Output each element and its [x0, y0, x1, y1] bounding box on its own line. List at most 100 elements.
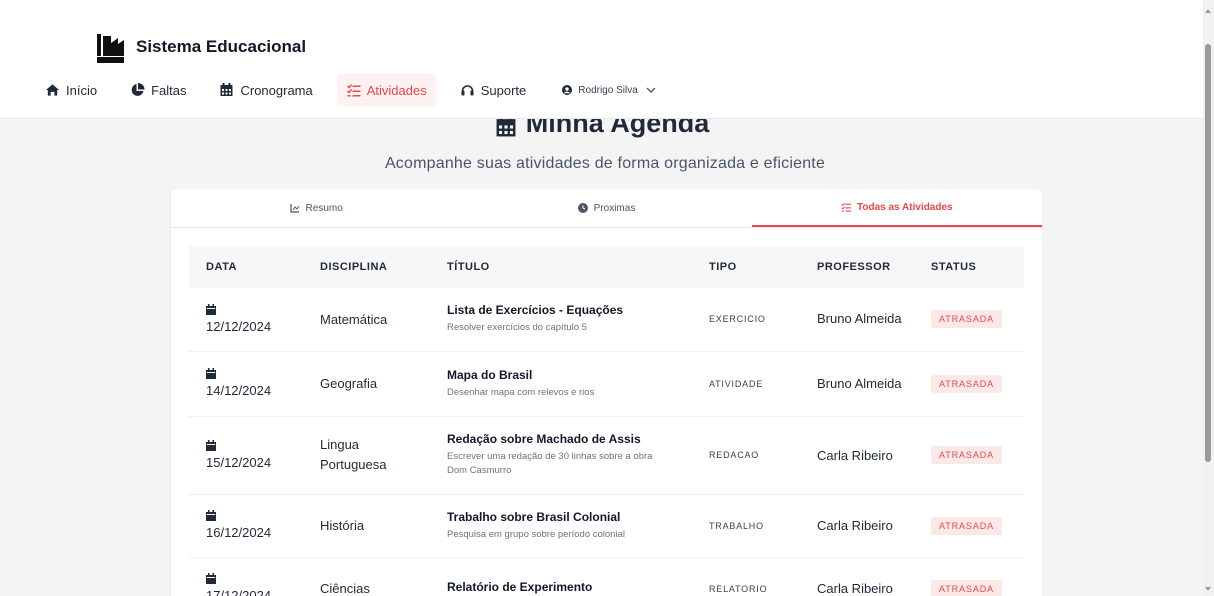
status-cell: ATRASADA [914, 288, 1024, 352]
date-text: 17/12/2024 [206, 588, 272, 596]
nav-item-suporte[interactable]: Suporte [451, 74, 536, 106]
activity-title: Redação sobre Machado de Assis [447, 432, 641, 446]
tab-todas-atividades[interactable]: Todas as Atividades [751, 189, 1042, 227]
brand-logo-icon [94, 30, 126, 64]
tasks-icon [346, 84, 361, 97]
table-row[interactable]: 16/12/2024 História Trabalho sobre Brasi… [189, 494, 1024, 558]
type-cell: EXERCICIO [692, 288, 800, 352]
date-cell: 15/12/2024 [189, 416, 303, 495]
activities-card: Resumo Proximas Todas as Atividades DATA… [171, 189, 1042, 596]
activity-description: Escrever uma redação de 30 linhas sobre … [447, 451, 653, 476]
headset-icon [461, 85, 474, 96]
activity-description: Pesquisa em grupo sobre período colonial [447, 528, 625, 540]
status-badge: ATRASADA [931, 516, 1003, 535]
tab-resumo[interactable]: Resumo [171, 189, 461, 227]
date-text: 15/12/2024 [206, 454, 272, 470]
title-cell: Redação sobre Machado de Assis Escrever … [430, 416, 692, 495]
professor-cell: Carla Ribeiro [800, 557, 914, 596]
activity-title: Relatório de Experimento [447, 579, 593, 594]
date-text: 12/12/2024 [206, 318, 272, 334]
title-cell: Mapa do Brasil Desenhar mapa com relevos… [430, 351, 692, 417]
activity-description: Desenhar mapa com relevos e rios [447, 386, 595, 398]
type-cell: TRABALHO [692, 494, 800, 558]
professor-cell: Bruno Almeida [800, 288, 914, 352]
scroll-up-arrow-icon[interactable] [1205, 9, 1211, 13]
user-circle-icon [562, 85, 573, 95]
date-text: 16/12/2024 [206, 525, 272, 540]
nav-item-label: Início [66, 82, 98, 98]
pie-chart-icon [131, 83, 145, 96]
status-cell: ATRASADA [914, 557, 1024, 596]
calendar-icon [206, 573, 216, 584]
status-badge: ATRASADA [931, 446, 1003, 464]
clock-icon [577, 203, 588, 213]
discipline-cell: Lingua Portuguesa [303, 416, 430, 495]
table-row[interactable]: 15/12/2024 Lingua Portuguesa Redação sob… [189, 416, 1024, 495]
nav-item-label: Cronograma [240, 82, 313, 98]
type-cell: REDACAO [692, 416, 800, 495]
column-header-data[interactable]: DATA [189, 246, 303, 288]
nav-item-label: Atividades [366, 82, 427, 98]
column-header-titulo[interactable]: TÍTULO [430, 246, 692, 288]
discipline-cell: Ciências [303, 557, 430, 596]
activity-title: Lista de Exercícios - Equações [447, 303, 624, 318]
status-cell: ATRASADA [914, 494, 1024, 558]
date-cell: 17/12/2024 [189, 557, 303, 596]
activity-description: Resolver exercícios do capítulo 5 [447, 322, 587, 334]
chevron-down-icon [646, 87, 656, 93]
tab-label: Todas as Atividades [857, 201, 953, 213]
tab-label: Resumo [305, 202, 343, 214]
main-nav: Início Faltas Cronograma Atividades Supo… [36, 74, 680, 106]
nav-item-atividades[interactable]: Atividades [336, 74, 436, 106]
table-row[interactable]: 12/12/2024 Matemática Lista de Exercício… [189, 288, 1024, 352]
brand[interactable]: Sistema Educacional [94, 30, 306, 64]
status-badge: ATRASADA [931, 310, 1003, 329]
tab-proximas[interactable]: Proximas [461, 189, 751, 227]
nav-item-label: Suporte [480, 82, 527, 98]
tasks-icon [841, 202, 852, 212]
page-subtitle: Acompanhe suas atividades de forma organ… [384, 155, 826, 172]
professor-cell: Carla Ribeiro [800, 494, 914, 558]
user-name: Rodrigo Silva [578, 84, 638, 96]
scrollbar-thumb[interactable] [1205, 44, 1211, 462]
nav-item-inicio[interactable]: Início [36, 74, 106, 106]
scroll-down-arrow-icon[interactable] [1205, 587, 1211, 591]
tab-label: Proximas [593, 202, 636, 214]
column-header-professor[interactable]: PROFESSOR [800, 246, 914, 288]
title-cell: Lista de Exercícios - Equações Resolver … [430, 288, 692, 352]
discipline-cell: Geografia [303, 351, 430, 417]
tab-bar: Resumo Proximas Todas as Atividades [171, 189, 1042, 228]
column-header-tipo[interactable]: TIPO [692, 246, 800, 288]
date-cell: 16/12/2024 [189, 494, 303, 558]
type-cell: ATIVIDADE [692, 351, 800, 417]
column-header-disciplina[interactable]: DISCIPLINA [303, 246, 430, 288]
calendar-icon [206, 368, 216, 379]
chart-icon [289, 204, 299, 213]
title-cell: Relatório de Experimento [430, 557, 692, 596]
user-menu-dropdown[interactable]: Rodrigo Silva [553, 74, 664, 106]
table-row[interactable]: 14/12/2024 Geografia Mapa do Brasil Dese… [189, 351, 1024, 417]
professor-cell: Bruno Almeida [800, 351, 914, 417]
status-cell: ATRASADA [914, 416, 1024, 495]
activities-table: DATA DISCIPLINA TÍTULO TIPO PROFESSOR ST… [189, 246, 1024, 596]
calendar-icon [220, 83, 233, 96]
page-scrollbar[interactable] [1203, 0, 1214, 596]
status-badge: ATRASADA [931, 374, 1003, 393]
nav-item-cronograma[interactable]: Cronograma [210, 74, 321, 106]
title-cell: Trabalho sobre Brasil Colonial Pesquisa … [430, 494, 692, 558]
date-cell: 12/12/2024 [189, 288, 303, 352]
calendar-icon [206, 510, 216, 521]
discipline-cell: Matemática [303, 288, 430, 352]
date-text: 14/12/2024 [206, 383, 272, 398]
date-cell: 14/12/2024 [189, 351, 303, 417]
nav-item-faltas[interactable]: Faltas [121, 74, 195, 106]
table-header-row: DATA DISCIPLINA TÍTULO TIPO PROFESSOR ST… [189, 246, 1024, 288]
nav-item-label: Faltas [151, 82, 187, 98]
home-icon [45, 84, 60, 96]
professor-cell: Carla Ribeiro [800, 416, 914, 495]
status-cell: ATRASADA [914, 351, 1024, 417]
column-header-status[interactable]: STATUS [914, 246, 1024, 288]
activity-title: Mapa do Brasil [447, 367, 533, 382]
table-row[interactable]: 17/12/2024 Ciências Relatório de Experim… [189, 557, 1024, 596]
discipline-cell: História [303, 494, 430, 558]
